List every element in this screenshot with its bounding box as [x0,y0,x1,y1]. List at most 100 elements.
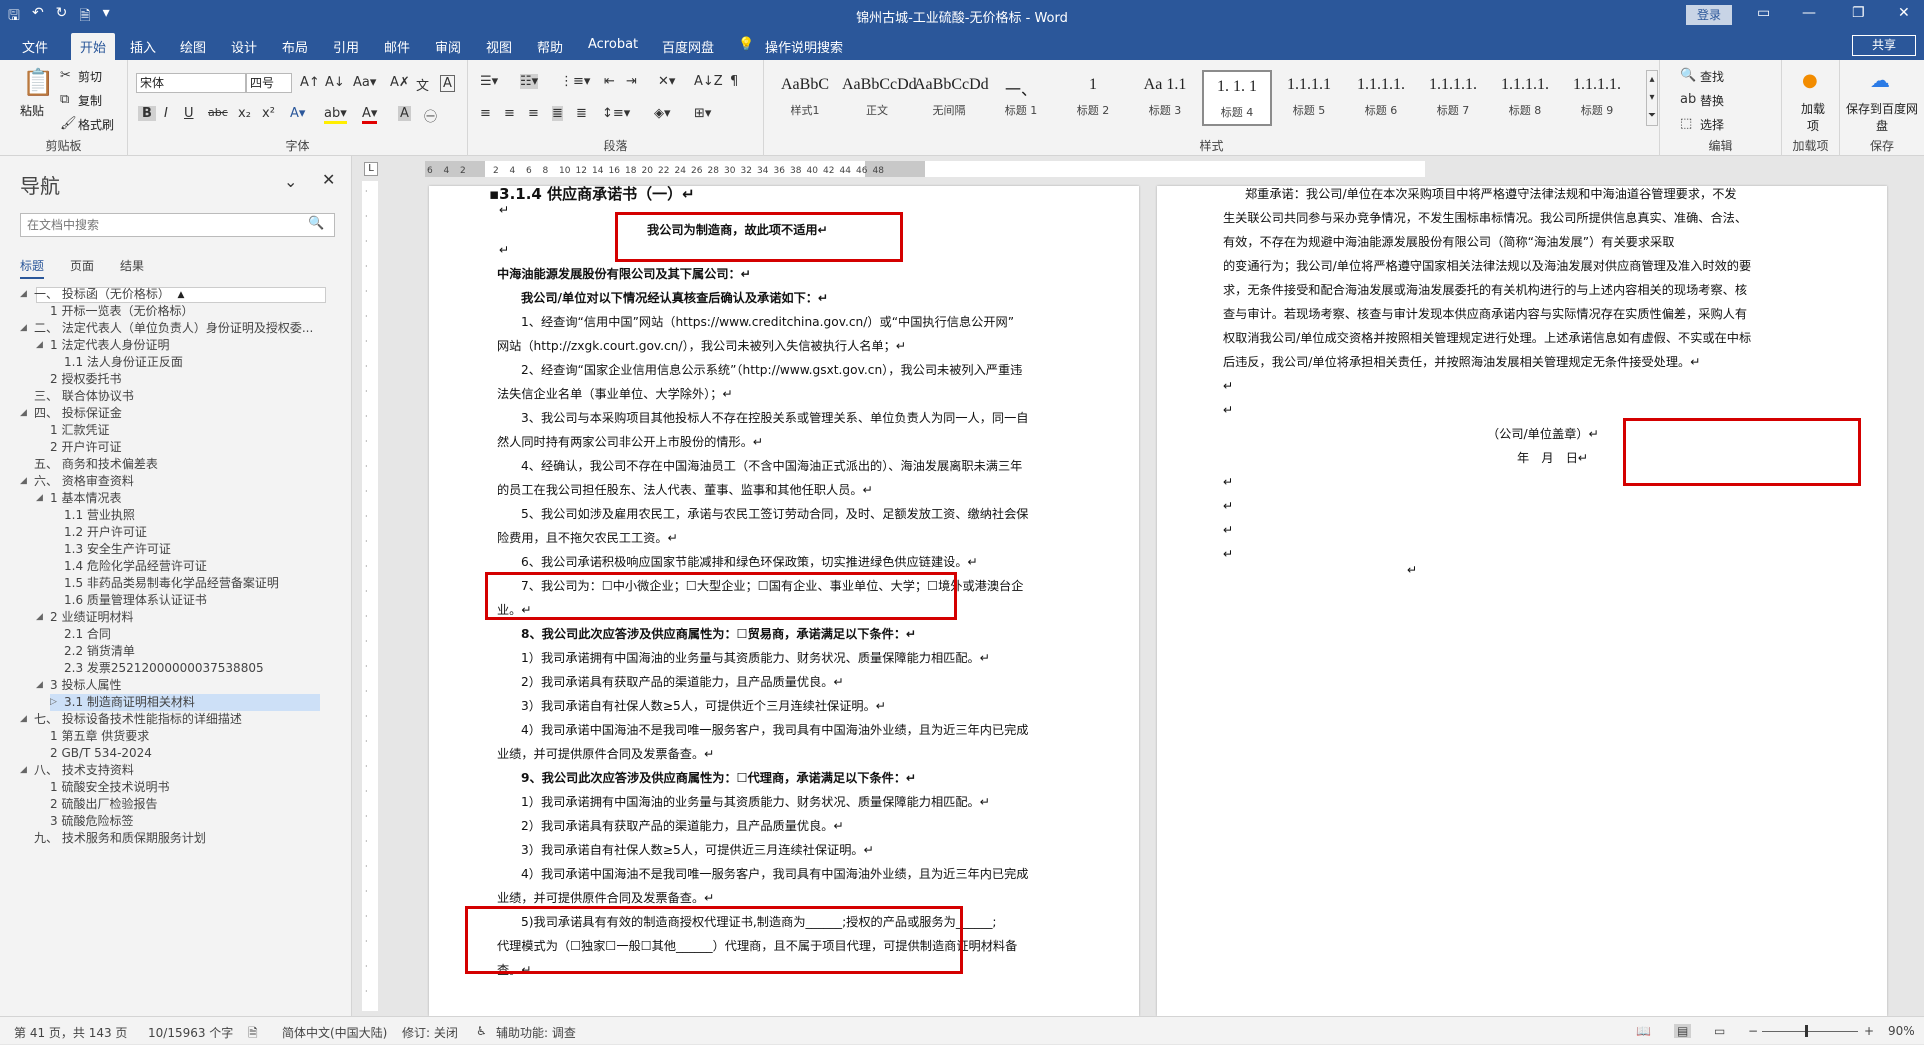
style-item[interactable]: 1.1.1.1. 标题 6 [1346,70,1416,126]
nav-heading-item[interactable]: ◢ 八、 技术支持资料 [20,762,134,779]
web-layout-icon[interactable]: ▭ [1714,1024,1725,1038]
tab-baidu[interactable]: 百度网盘 [662,37,714,56]
phonetic-icon[interactable]: 文 [416,75,429,94]
doc-text-line[interactable]: 4）我司承诺中国海油不是我司唯一服务客户，我司具有中国海油外业绩，且为近三年内已… [521,866,1028,882]
bullets-icon[interactable]: ☰▾ [480,74,498,89]
doc-text-line[interactable]: 业绩，并可提供原件合同及发票备查。↵ [497,746,714,762]
copy-icon[interactable]: ⧉ [60,92,69,107]
nav-heading-item[interactable]: 1.5 非药品类易制毒化学品经营备案证明 [50,575,279,592]
doc-text-line[interactable]: ↵ [1223,474,1233,490]
tab-layout[interactable]: 布局 [282,37,308,56]
underline-icon[interactable]: U [184,106,194,121]
tab-view[interactable]: 视图 [486,37,512,56]
doc-text-line[interactable]: 2、经查询“国家企业信用信息公示系统”（http://www.gsxt.gov.… [521,362,1022,378]
nav-heading-item[interactable]: ◢ 一、 投标函（无价格标） [20,286,170,303]
nav-heading-item[interactable]: 2.2 销货清单 [50,643,135,660]
collapse-arrow-icon[interactable]: ◢ [36,490,43,507]
copy-button[interactable]: 复制 [78,92,102,109]
tab-help[interactable]: 帮助 [537,37,563,56]
doc-text-line[interactable]: 5、我公司如涉及雇用农民工，承诺与农民工签订劳动合同，及时、足额发放工资、缴纳社… [521,506,1028,522]
strikethrough-icon[interactable]: abc [208,106,228,119]
nav-heading-item[interactable]: ◢ 四、 投标保证金 [20,405,122,422]
baidu-cloud-icon[interactable]: ☁ [1870,68,1890,92]
doc-text-line[interactable]: ▪3.1.4 供应商承诺书（一）↵ [489,186,695,202]
nav-heading-item[interactable]: ◢ 1 法定代表人身份证明 [36,337,169,354]
align-left-icon[interactable]: ≡ [480,106,491,121]
maximize-icon[interactable]: ❐ [1852,5,1865,21]
doc-text-line[interactable]: 2）我司承诺具有获取产品的渠道能力，且产品质量优良。↵ [521,818,844,834]
doc-text-line[interactable]: 我公司/单位对以下情况经认真核查后确认及承诺如下：↵ [521,290,828,306]
page-count[interactable]: 第 41 页，共 143 页 [14,1024,127,1041]
nav-heading-item[interactable]: 2.3 发票25212000000037538805 [50,660,264,677]
doc-text-line[interactable]: 郑重承诺：我公司/单位在本次采购项目中将严格遵守法律法规和中海油道谷管理要求，不… [1245,186,1737,202]
paste-icon[interactable]: 📋 [22,68,54,98]
zoom-in-icon[interactable]: + [1864,1024,1874,1038]
clear-format-icon[interactable]: A✗ [390,75,410,90]
tab-draw[interactable]: 绘图 [180,37,206,56]
collapse-arrow-icon[interactable]: ◢ [36,609,43,626]
collapse-arrow-icon[interactable]: ◢ [20,473,27,490]
style-item[interactable]: 1.1.1.1 标题 5 [1274,70,1344,126]
nav-tab-headings[interactable]: 标题 [20,257,45,279]
zoom-slider[interactable] [1762,1031,1858,1032]
text-effects-icon[interactable]: A▾ [290,106,305,121]
doc-text-line[interactable]: 3）我司承诺自有社保人数≥5人，可提供近个三月连续社保证明。↵ [521,698,886,714]
collapse-arrow-icon[interactable]: ◢ [20,405,27,422]
style-item[interactable]: 1. 1. 1 标题 4 [1202,70,1272,126]
doc-text-line[interactable]: ↵ [1223,402,1233,418]
numbering-icon[interactable]: ☷▾ [520,74,539,89]
close-icon[interactable]: ✕ [1898,5,1910,21]
shrink-font-icon[interactable]: A↓ [325,75,345,90]
align-center-icon[interactable]: ≡ [504,106,515,121]
style-item[interactable]: AaBbC 样式1 [770,70,840,126]
nav-heading-item[interactable]: 1 硫酸安全技术说明书 [36,779,169,796]
doc-text-line[interactable]: 1、经查询“信用中国”网站（https://www.creditchina.go… [521,314,1014,330]
save-to-baidu-button[interactable]: 保存到百度网盘 [1846,100,1918,134]
align-right-icon[interactable]: ≡ [528,106,539,121]
nav-heading-item[interactable]: 2 GB/T 534-2024 [36,745,152,762]
minimize-icon[interactable]: — [1802,5,1816,21]
login-button[interactable]: 登录 [1686,5,1732,25]
collapse-arrow-icon[interactable]: ◢ [20,711,27,728]
language[interactable]: 简体中文(中国大陆) [282,1024,387,1041]
select-icon[interactable]: ⬚ [1680,116,1692,131]
zoom-out-icon[interactable]: − [1748,1024,1758,1038]
style-item[interactable]: AaBbCcDd 正文 [842,70,917,126]
proofing-icon[interactable]: 🗎 [248,1024,258,1045]
nav-search-input[interactable]: 在文档中搜索 [20,213,335,237]
chinese-layout-icon[interactable]: ✕▾ [658,74,675,89]
nav-close-icon[interactable]: ✕ [322,170,335,189]
style-item[interactable]: 1.1.1.1. 标题 9 [1562,70,1632,126]
ribbon-display-icon[interactable]: ▭ [1757,5,1770,21]
doc-text-line[interactable]: 查与审计。若现场考察、核查与审计发现本供应商承诺内容与实际情况存在实质性偏差，采… [1223,306,1747,322]
nav-heading-item[interactable]: 1.1 营业执照 [50,507,135,524]
nav-tab-pages[interactable]: 页面 [70,257,94,274]
nav-heading-item[interactable]: 三、 联合体协议书 [20,388,134,405]
shading-icon[interactable]: ◈▾ [654,106,671,121]
cut-icon[interactable]: ✂ [60,68,71,83]
tab-mailings[interactable]: 邮件 [384,37,410,56]
doc-text-line[interactable]: （公司/单位盖章）↵ [1487,426,1599,442]
nav-tab-results[interactable]: 结果 [120,257,144,274]
sort-icon[interactable]: A↓Z [694,74,723,89]
char-border-icon[interactable]: A [440,75,455,92]
grow-font-icon[interactable]: A↑ [300,75,320,90]
tab-references[interactable]: 引用 [333,37,359,56]
doc-text-line[interactable]: ↵ [499,242,509,258]
style-item[interactable]: Aa 1.1 标题 3 [1130,70,1200,126]
nav-heading-item[interactable]: 五、 商务和技术偏差表 [20,456,158,473]
expand-arrow-icon[interactable]: ▷ [50,694,57,711]
tab-selector-icon[interactable]: L [364,162,378,176]
nav-heading-item[interactable]: 2 开户许可证 [36,439,121,456]
decrease-indent-icon[interactable]: ⇤ [604,74,615,89]
nav-heading-item[interactable]: ▷ 3.1 制造商证明相关材料 [50,694,320,711]
addins-icon[interactable]: ● [1802,70,1818,91]
zoom-thumb[interactable] [1805,1025,1808,1037]
print-layout-icon[interactable]: ▤ [1674,1024,1692,1038]
nav-heading-item[interactable]: 3 硫酸危险标签 [36,813,133,830]
nav-heading-item[interactable]: 2 硫酸出厂检验报告 [36,796,157,813]
tab-design[interactable]: 设计 [231,37,257,56]
font-color-icon[interactable]: A▾ [362,106,378,124]
nav-heading-item[interactable]: ◢ 2 业绩证明材料 [36,609,133,626]
italic-icon[interactable]: I [164,106,168,121]
